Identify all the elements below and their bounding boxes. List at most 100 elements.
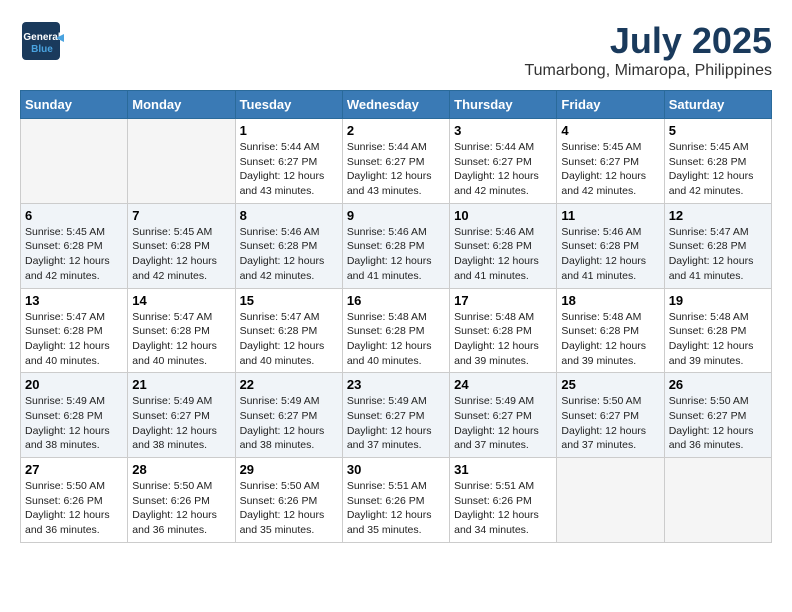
calendar-cell: 23 Sunrise: 5:49 AM Sunset: 6:27 PM Dayli… — [342, 373, 449, 458]
calendar-week-row: 1Sunrise: 5:44 AM Sunset: 6:27 PM Daylig… — [21, 119, 772, 204]
calendar-cell: 8 Sunrise: 5:46 AM Sunset: 6:28 PM Daylig… — [235, 203, 342, 288]
calendar-cell: 31Sunrise: 5:51 AM Sunset: 6:26 PM Dayli… — [450, 458, 557, 543]
day-info: Sunrise: 5:50 AM Sunset: 6:27 PM Dayligh… — [669, 394, 767, 453]
calendar-cell: 27Sunrise: 5:50 AM Sunset: 6:26 PM Dayli… — [21, 458, 128, 543]
day-info: Sunrise: 5:48 AM Sunset: 6:28 PM Dayligh… — [561, 310, 659, 369]
day-number: 6 — [25, 208, 123, 223]
logo: General Blue — [20, 20, 64, 64]
page-title: July 2025 — [524, 20, 772, 62]
calendar-week-row: 27Sunrise: 5:50 AM Sunset: 6:26 PM Dayli… — [21, 458, 772, 543]
day-number: 7 — [132, 208, 230, 223]
day-info: Sunrise: 5:45 AM Sunset: 6:28 PM Dayligh… — [25, 225, 123, 284]
day-number: 9 — [347, 208, 445, 223]
day-info: Sunrise: 5:49 AM Sunset: 6:27 PM Dayligh… — [347, 394, 445, 453]
day-info: Sunrise: 5:45 AM Sunset: 6:28 PM Dayligh… — [669, 140, 767, 199]
day-info: Sunrise: 5:44 AM Sunset: 6:27 PM Dayligh… — [240, 140, 338, 199]
calendar-table: SundayMondayTuesdayWednesdayThursdayFrid… — [20, 90, 772, 543]
day-info: Sunrise: 5:48 AM Sunset: 6:28 PM Dayligh… — [669, 310, 767, 369]
day-number: 31 — [454, 462, 552, 477]
day-number: 8 — [240, 208, 338, 223]
day-number: 30 — [347, 462, 445, 477]
calendar-cell: 24 Sunrise: 5:49 AM Sunset: 6:27 PM Dayli… — [450, 373, 557, 458]
calendar-cell: 13Sunrise: 5:47 AM Sunset: 6:28 PM Dayli… — [21, 288, 128, 373]
day-number: 14 — [132, 293, 230, 308]
calendar-cell: 9Sunrise: 5:46 AM Sunset: 6:28 PM Daylig… — [342, 203, 449, 288]
calendar-cell: 30 Sunrise: 5:51 AM Sunset: 6:26 PM Dayli… — [342, 458, 449, 543]
day-info: Sunrise: 5:44 AM Sunset: 6:27 PM Dayligh… — [454, 140, 552, 199]
day-of-week-wednesday: Wednesday — [342, 91, 449, 119]
calendar-week-row: 13 Sunrise: 5:47 AM Sunset: 6:28 PM Dayli… — [21, 288, 772, 373]
calendar-cell: 18 Sunrise: 5:48 AM Sunset: 6:28 PM Dayli… — [557, 288, 664, 373]
calendar-cell: 29 Sunrise: 5:50 AM Sunset: 6:26 PM Dayli… — [235, 458, 342, 543]
day-info: Sunrise: 5:46 AM Sunset: 6:28 PM Dayligh… — [240, 225, 338, 284]
calendar-week-row: 6 Sunrise: 5:45 AM Sunset: 6:28 PM Daylig… — [21, 203, 772, 288]
day-number: 29 — [240, 462, 338, 477]
day-info: Sunrise: 5:49 AM Sunset: 6:27 PM Dayligh… — [240, 394, 338, 453]
calendar-cell: 1Sunrise: 5:44 AM Sunset: 6:27 PM Daylig… — [235, 119, 342, 204]
day-number: 15 — [240, 293, 338, 308]
day-of-week-friday: Friday — [557, 91, 664, 119]
calendar-cell — [128, 119, 235, 204]
day-number: 19 — [669, 293, 767, 308]
calendar-cell: 5Sunrise: 5:45 AM Sunset: 6:28 PM Daylig… — [664, 119, 771, 204]
page-subtitle: Tumarbong, Mimaropa, Philippines — [524, 62, 772, 80]
day-number: 17 — [454, 293, 552, 308]
day-number: 24 — [454, 377, 552, 392]
logo-icon: General Blue — [20, 20, 64, 64]
day-info: Sunrise: 5:47 AM Sunset: 6:28 PM Dayligh… — [669, 225, 767, 284]
day-info: Sunrise: 5:48 AM Sunset: 6:28 PM Dayligh… — [454, 310, 552, 369]
day-of-week-tuesday: Tuesday — [235, 91, 342, 119]
calendar-cell: 19 Sunrise: 5:48 AM Sunset: 6:28 PM Dayli… — [664, 288, 771, 373]
calendar-cell: 21 Sunrise: 5:49 AM Sunset: 6:27 PM Dayli… — [128, 373, 235, 458]
calendar-cell — [557, 458, 664, 543]
day-number: 3 — [454, 123, 552, 138]
svg-text:Blue: Blue — [31, 44, 53, 55]
calendar-cell: 7 Sunrise: 5:45 AM Sunset: 6:28 PM Daylig… — [128, 203, 235, 288]
day-number: 26 — [669, 377, 767, 392]
day-info: Sunrise: 5:50 AM Sunset: 6:27 PM Dayligh… — [561, 394, 659, 453]
day-of-week-monday: Monday — [128, 91, 235, 119]
day-info: Sunrise: 5:50 AM Sunset: 6:26 PM Dayligh… — [132, 479, 230, 538]
day-info: Sunrise: 5:48 AM Sunset: 6:28 PM Dayligh… — [347, 310, 445, 369]
day-info: Sunrise: 5:50 AM Sunset: 6:26 PM Dayligh… — [25, 479, 123, 538]
calendar-cell: 14 Sunrise: 5:47 AM Sunset: 6:28 PM Dayli… — [128, 288, 235, 373]
day-number: 22 — [240, 377, 338, 392]
calendar-cell: 10Sunrise: 5:46 AM Sunset: 6:28 PM Dayli… — [450, 203, 557, 288]
day-info: Sunrise: 5:45 AM Sunset: 6:28 PM Dayligh… — [132, 225, 230, 284]
day-number: 12 — [669, 208, 767, 223]
day-number: 16 — [347, 293, 445, 308]
page-header: General Blue July 2025 Tumarbong, Mimaro… — [20, 20, 772, 80]
day-number: 2 — [347, 123, 445, 138]
calendar-cell: 15 Sunrise: 5:47 AM Sunset: 6:28 PM Dayli… — [235, 288, 342, 373]
day-info: Sunrise: 5:51 AM Sunset: 6:26 PM Dayligh… — [347, 479, 445, 538]
day-info: Sunrise: 5:44 AM Sunset: 6:27 PM Dayligh… — [347, 140, 445, 199]
calendar-cell: 26 Sunrise: 5:50 AM Sunset: 6:27 PM Dayli… — [664, 373, 771, 458]
day-info: Sunrise: 5:47 AM Sunset: 6:28 PM Dayligh… — [240, 310, 338, 369]
day-of-week-saturday: Saturday — [664, 91, 771, 119]
calendar-cell: 17 Sunrise: 5:48 AM Sunset: 6:28 PM Dayli… — [450, 288, 557, 373]
day-number: 25 — [561, 377, 659, 392]
calendar-cell: 22 Sunrise: 5:49 AM Sunset: 6:27 PM Dayli… — [235, 373, 342, 458]
calendar-cell: 12 Sunrise: 5:47 AM Sunset: 6:28 PM Dayli… — [664, 203, 771, 288]
calendar-cell: 16 Sunrise: 5:48 AM Sunset: 6:28 PM Dayli… — [342, 288, 449, 373]
day-number: 4 — [561, 123, 659, 138]
calendar-cell: 25 Sunrise: 5:50 AM Sunset: 6:27 PM Dayli… — [557, 373, 664, 458]
calendar-cell: 11Sunrise: 5:46 AM Sunset: 6:28 PM Dayli… — [557, 203, 664, 288]
day-info: Sunrise: 5:45 AM Sunset: 6:27 PM Dayligh… — [561, 140, 659, 199]
day-number: 13 — [25, 293, 123, 308]
day-info: Sunrise: 5:49 AM Sunset: 6:27 PM Dayligh… — [132, 394, 230, 453]
day-info: Sunrise: 5:50 AM Sunset: 6:26 PM Dayligh… — [240, 479, 338, 538]
svg-text:General: General — [23, 32, 60, 43]
day-info: Sunrise: 5:49 AM Sunset: 6:27 PM Dayligh… — [454, 394, 552, 453]
day-info: Sunrise: 5:47 AM Sunset: 6:28 PM Dayligh… — [132, 310, 230, 369]
day-info: Sunrise: 5:46 AM Sunset: 6:28 PM Dayligh… — [561, 225, 659, 284]
day-number: 20 — [25, 377, 123, 392]
calendar-cell — [664, 458, 771, 543]
day-info: Sunrise: 5:46 AM Sunset: 6:28 PM Dayligh… — [454, 225, 552, 284]
day-number: 21 — [132, 377, 230, 392]
day-info: Sunrise: 5:49 AM Sunset: 6:28 PM Dayligh… — [25, 394, 123, 453]
day-number: 23 — [347, 377, 445, 392]
calendar-header-row: SundayMondayTuesdayWednesdayThursdayFrid… — [21, 91, 772, 119]
calendar-cell: 2 Sunrise: 5:44 AM Sunset: 6:27 PM Daylig… — [342, 119, 449, 204]
day-number: 18 — [561, 293, 659, 308]
